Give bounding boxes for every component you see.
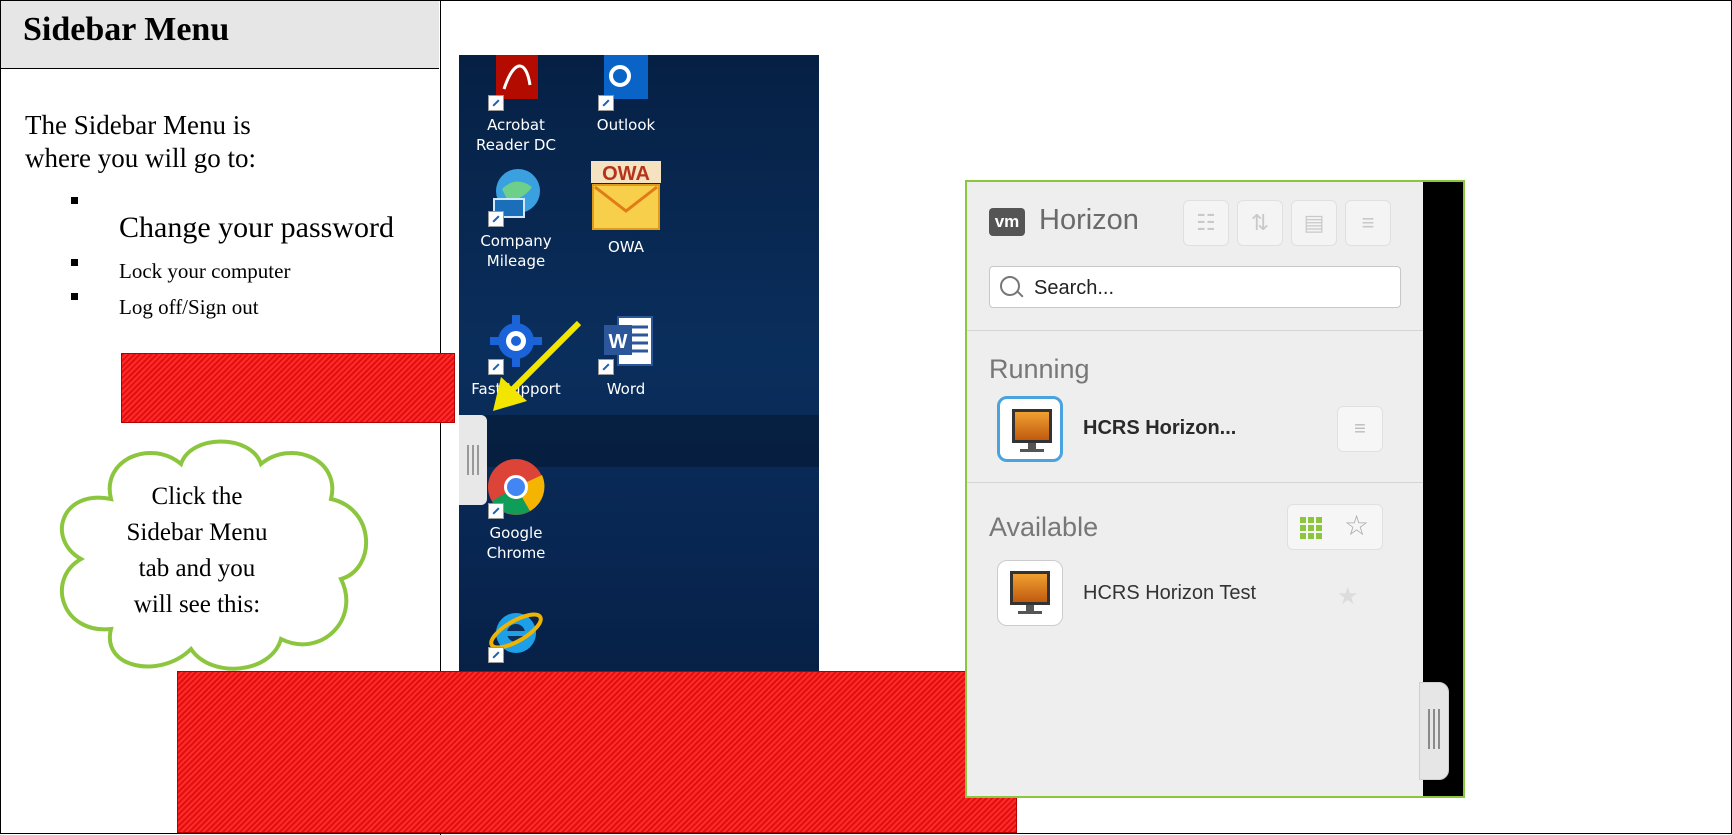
running-app-menu-button[interactable]: ≡ (1337, 406, 1383, 452)
intro-line-1: The Sidebar Menu is (25, 110, 251, 140)
available-app-tile[interactable] (997, 560, 1063, 626)
bullet-text: Log off/Sign out (119, 295, 259, 319)
grip-line (467, 445, 469, 475)
callout-line: Sidebar Menu (126, 519, 268, 546)
shortcut-arrow-icon (488, 95, 504, 111)
desktop-icon-owa[interactable]: OWA OWA (571, 161, 681, 257)
search-box[interactable] (989, 266, 1401, 308)
clipboard-button[interactable]: ▤ (1291, 200, 1337, 246)
globe-icon (486, 165, 546, 227)
callout-line: Click the (151, 483, 243, 510)
icon-label: Mileage (486, 252, 546, 270)
sidebar-menu-tab[interactable] (459, 415, 487, 505)
sidebar-collapse-tab[interactable] (1419, 682, 1449, 780)
intro-text: The Sidebar Menu is where you will go to… (25, 109, 345, 175)
outlook-icon (596, 55, 656, 111)
bullet-text: Lock your computer (119, 259, 291, 283)
available-section-label: Available (989, 512, 1099, 542)
search-icon (1000, 276, 1020, 296)
desktop-icon-acrobat[interactable]: Acrobat Reader DC (461, 55, 571, 155)
redaction-mark (177, 671, 1017, 833)
grip-line (1438, 709, 1440, 749)
favorites-star-icon[interactable]: ☆ (1344, 509, 1369, 542)
icon-label: Google (489, 524, 543, 542)
callout-line: tab and you (138, 555, 256, 582)
grip-line (472, 445, 474, 475)
shortcut-arrow-icon (598, 359, 614, 375)
callout-line: will see this: (133, 591, 261, 618)
icon-label: Company (480, 232, 552, 250)
desktop-monitor-icon (1010, 571, 1050, 605)
shortcut-arrow-icon (598, 95, 614, 111)
grip-line (477, 445, 479, 475)
file-transfer-icon: ⇅ (1250, 210, 1270, 235)
horizon-sidebar-panel: vm Horizon ☷ ⇅ ▤ ≡ Running HCRS Horizon.… (965, 180, 1465, 798)
clipboard-icon: ▤ (1303, 210, 1325, 235)
acrobat-icon (486, 55, 546, 111)
desktop-monitor-icon (1012, 409, 1052, 443)
grip-line (1433, 709, 1435, 749)
file-transfer-button[interactable]: ⇅ (1237, 200, 1283, 246)
available-app-name[interactable]: HCRS Horizon Test (1083, 582, 1256, 605)
document-table: Sidebar Menu The Sidebar Menu is where y… (0, 0, 1732, 835)
divider (967, 330, 1423, 331)
monitor-base (1020, 449, 1044, 452)
search-input[interactable] (1032, 273, 1386, 303)
running-app-tile[interactable] (997, 396, 1063, 462)
word-icon: W (596, 313, 656, 375)
running-app-name[interactable]: HCRS Horizon... (1083, 417, 1236, 440)
desktop-icon-outlook[interactable]: Outlook (571, 55, 681, 135)
bullet-icon (71, 197, 78, 204)
view-toggle[interactable]: ☆ (1287, 504, 1383, 550)
favorite-star-icon[interactable]: ★ (1337, 582, 1359, 611)
grid-view-icon[interactable] (1300, 517, 1322, 539)
callout-text: Click the Sidebar Menu tab and you will … (97, 479, 297, 623)
monitor-base (1018, 611, 1042, 614)
intro-line-2: where you will go to: (25, 143, 256, 173)
list-icon: ≡ (1361, 210, 1375, 235)
shortcut-arrow-icon (488, 503, 504, 519)
network-icon: ☷ (1196, 210, 1216, 235)
desktop-icon-internet-explorer[interactable] (461, 601, 571, 663)
redaction-mark (121, 353, 455, 423)
app-switch-button[interactable]: ☷ (1183, 200, 1229, 246)
bullet-text: Change your password (119, 211, 394, 244)
shortcut-arrow-icon (488, 211, 504, 227)
horizon-title: Horizon (1039, 204, 1139, 236)
bullet-icon (71, 259, 78, 266)
icon-label: Acrobat (487, 116, 545, 134)
icon-label: OWA (607, 238, 645, 256)
desktop-icon-company-mileage[interactable]: Company Mileage (461, 165, 571, 271)
vmware-logo: vm (989, 208, 1025, 236)
horizon-panel-body: vm Horizon ☷ ⇅ ▤ ≡ Running HCRS Horizon.… (967, 182, 1423, 796)
arrow-icon (493, 320, 582, 411)
shortcut-arrow-icon (488, 647, 504, 663)
icon-label: Outlook (596, 116, 656, 134)
icon-label: Reader DC (476, 136, 556, 154)
menu-button[interactable]: ≡ (1345, 200, 1391, 246)
owa-icon: OWA (591, 161, 661, 231)
internet-explorer-icon (486, 601, 546, 663)
grip-line (1428, 709, 1430, 749)
running-section-label: Running (989, 354, 1090, 384)
section-heading: Sidebar Menu (23, 11, 230, 48)
divider (967, 482, 1423, 483)
svg-text:OWA: OWA (602, 163, 650, 185)
header-cell: Sidebar Menu (1, 1, 439, 69)
icon-label: Chrome (486, 544, 546, 562)
svg-text:W: W (609, 331, 628, 353)
bullet-icon (71, 293, 78, 300)
chrome-icon (486, 457, 546, 519)
list-icon: ≡ (1354, 418, 1366, 440)
